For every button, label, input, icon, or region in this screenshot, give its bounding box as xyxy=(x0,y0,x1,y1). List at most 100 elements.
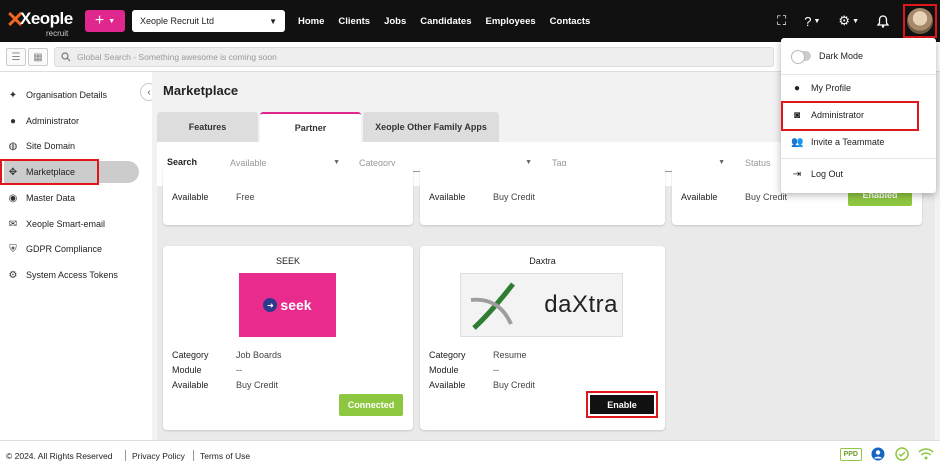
toggle-switch-icon xyxy=(791,50,811,64)
quick-add-button[interactable]: + ▼ xyxy=(85,10,125,32)
category-label: Category xyxy=(172,350,209,360)
partner-cards-area: Available Free Available Buy Credit Avai… xyxy=(157,166,935,440)
add-user-icon: 👥 xyxy=(791,136,804,148)
available-label: Available xyxy=(172,380,209,390)
global-search-input[interactable]: Global Search - Something awesome is com… xyxy=(54,47,774,67)
module-label: Module xyxy=(429,365,459,375)
wifi-icon[interactable] xyxy=(918,446,934,462)
nav-contacts[interactable]: Contacts xyxy=(550,16,591,27)
person-icon: ● xyxy=(9,115,17,127)
dark-mode-toggle[interactable]: Dark Mode xyxy=(791,46,863,66)
user-circle-icon[interactable] xyxy=(870,446,886,462)
help-icon[interactable]: ? ▼ xyxy=(804,14,820,29)
user-menu-dropdown: Dark Mode ● My Profile ◙ Administrator 👥… xyxy=(781,38,936,193)
partner-card-daxtra: Daxtra daXtra Category Resume Module -- … xyxy=(420,246,665,430)
tab-features[interactable]: Features xyxy=(157,112,258,142)
user-avatar-button[interactable] xyxy=(903,4,937,38)
available-value: Buy Credit xyxy=(745,192,788,202)
sidebar-item-site-domain[interactable]: ◍ Site Domain xyxy=(4,135,139,157)
connected-button[interactable]: Connected xyxy=(339,394,403,416)
available-value: Free xyxy=(236,192,255,202)
sidebar-item-label: Administrator xyxy=(26,116,80,126)
category-label: Category xyxy=(429,350,466,360)
sidebar-item-label: Master Data xyxy=(26,193,76,203)
settings-icon[interactable]: ⚙ ▼ xyxy=(838,13,859,29)
fullscreen-icon[interactable]: ⛶ xyxy=(777,13,786,29)
menu-item-label: My Profile xyxy=(811,83,852,93)
footer-divider xyxy=(125,450,126,461)
tab-partner[interactable]: Partner xyxy=(260,112,361,142)
available-label: Available xyxy=(429,192,466,202)
grid-view-icon[interactable]: ▦ xyxy=(28,48,48,66)
menu-item-my-profile[interactable]: ● My Profile xyxy=(791,78,851,98)
logo-subtext: recruit xyxy=(46,29,69,38)
card-title: SEEK xyxy=(275,256,300,266)
enable-button[interactable]: Enable xyxy=(590,395,654,414)
sidebar-item-administrator[interactable]: ● Administrator xyxy=(4,110,139,132)
globe-icon: ◍ xyxy=(8,140,18,152)
xeople-logo[interactable]: ✕ Xeople recruit xyxy=(6,5,82,38)
company-select[interactable]: Xeople Recruit Ltd ▼ xyxy=(132,10,285,32)
privacy-policy-link[interactable]: Privacy Policy xyxy=(132,451,185,461)
sidebar-item-access-tokens[interactable]: ⚙ System Access Tokens xyxy=(4,264,139,286)
sidebar-item-label: GDPR Compliance xyxy=(26,244,103,254)
ppd-badge[interactable]: PPD xyxy=(839,447,862,461)
plus-icon: + xyxy=(94,12,105,29)
terms-of-use-link[interactable]: Terms of Use xyxy=(200,451,250,461)
nav-home[interactable]: Home xyxy=(298,16,324,27)
seek-logo-text: seek xyxy=(280,297,312,313)
menu-divider xyxy=(781,74,936,75)
global-search-placeholder: Global Search - Something awesome is com… xyxy=(77,52,277,62)
nav-employees[interactable]: Employees xyxy=(486,16,536,27)
available-label: Available xyxy=(429,380,466,390)
top-icons: ⛶ ? ▼ ⚙ ▼ xyxy=(759,0,940,42)
logo-text: Xeople xyxy=(20,9,73,28)
partner-card: Available Free xyxy=(163,166,413,225)
dark-mode-label: Dark Mode xyxy=(819,51,864,61)
sidebar-item-label: Organisation Details xyxy=(26,90,108,100)
menu-divider xyxy=(781,158,936,159)
partner-card: Available Buy Credit xyxy=(420,166,665,225)
nav-clients[interactable]: Clients xyxy=(338,16,370,27)
seek-arrow-icon: ➜ xyxy=(263,298,278,312)
footer-divider xyxy=(193,450,194,461)
sidebar-item-master-data[interactable]: ◉ Master Data xyxy=(4,187,139,209)
caret-down-icon: ▼ xyxy=(525,159,532,166)
main-nav: Home Clients Jobs Candidates Employees C… xyxy=(298,0,590,42)
enable-highlight-box: Enable xyxy=(586,391,658,418)
menu-item-invite-teammate[interactable]: 👥 Invite a Teammate xyxy=(791,132,884,152)
caret-down-icon: ▼ xyxy=(333,159,340,166)
sidebar-item-label: System Access Tokens xyxy=(26,270,118,280)
card-title: Daxtra xyxy=(529,256,556,266)
menu-item-label: Log Out xyxy=(811,169,844,179)
available-value: Buy Credit xyxy=(493,380,536,390)
person-star-icon: ✦ xyxy=(8,89,18,101)
person-icon: ● xyxy=(793,82,801,94)
module-label: Module xyxy=(172,365,202,375)
nav-candidates[interactable]: Candidates xyxy=(420,16,471,27)
sidebar-item-organisation-details[interactable]: ✦ Organisation Details xyxy=(4,84,139,106)
marketplace-highlight-box xyxy=(0,159,99,185)
mail-icon: ✉ xyxy=(8,218,18,230)
administrator-highlight-box xyxy=(781,101,919,131)
daxtra-logo-text: daXtra xyxy=(544,291,618,318)
tab-other-family-apps[interactable]: Xeople Other Family Apps xyxy=(363,112,499,142)
caret-down-icon: ▼ xyxy=(269,16,277,26)
footer-status-icons: PPD xyxy=(839,446,934,462)
sidebar-item-smart-email[interactable]: ✉ Xeople Smart-email xyxy=(4,213,139,235)
database-icon: ◉ xyxy=(8,192,18,204)
caret-down-icon: ▼ xyxy=(718,159,725,166)
gear-icon: ⚙ xyxy=(8,269,18,281)
bell-icon[interactable] xyxy=(877,14,889,28)
menu-item-log-out[interactable]: ⇥ Log Out xyxy=(791,164,843,184)
sidebar-item-gdpr[interactable]: ⛨ GDPR Compliance xyxy=(4,238,139,260)
module-value: -- xyxy=(236,365,242,375)
company-select-value: Xeople Recruit Ltd xyxy=(140,16,215,26)
category-value: Resume xyxy=(493,350,527,360)
sidebar-item-label: Xeople Smart-email xyxy=(26,219,106,229)
top-bar: ✕ Xeople recruit + ▼ Xeople Recruit Ltd … xyxy=(0,0,940,42)
check-circle-icon[interactable] xyxy=(894,446,910,462)
nav-jobs[interactable]: Jobs xyxy=(384,16,406,27)
list-view-icon[interactable]: ☰ xyxy=(6,48,26,66)
menu-item-label: Invite a Teammate xyxy=(811,137,885,147)
